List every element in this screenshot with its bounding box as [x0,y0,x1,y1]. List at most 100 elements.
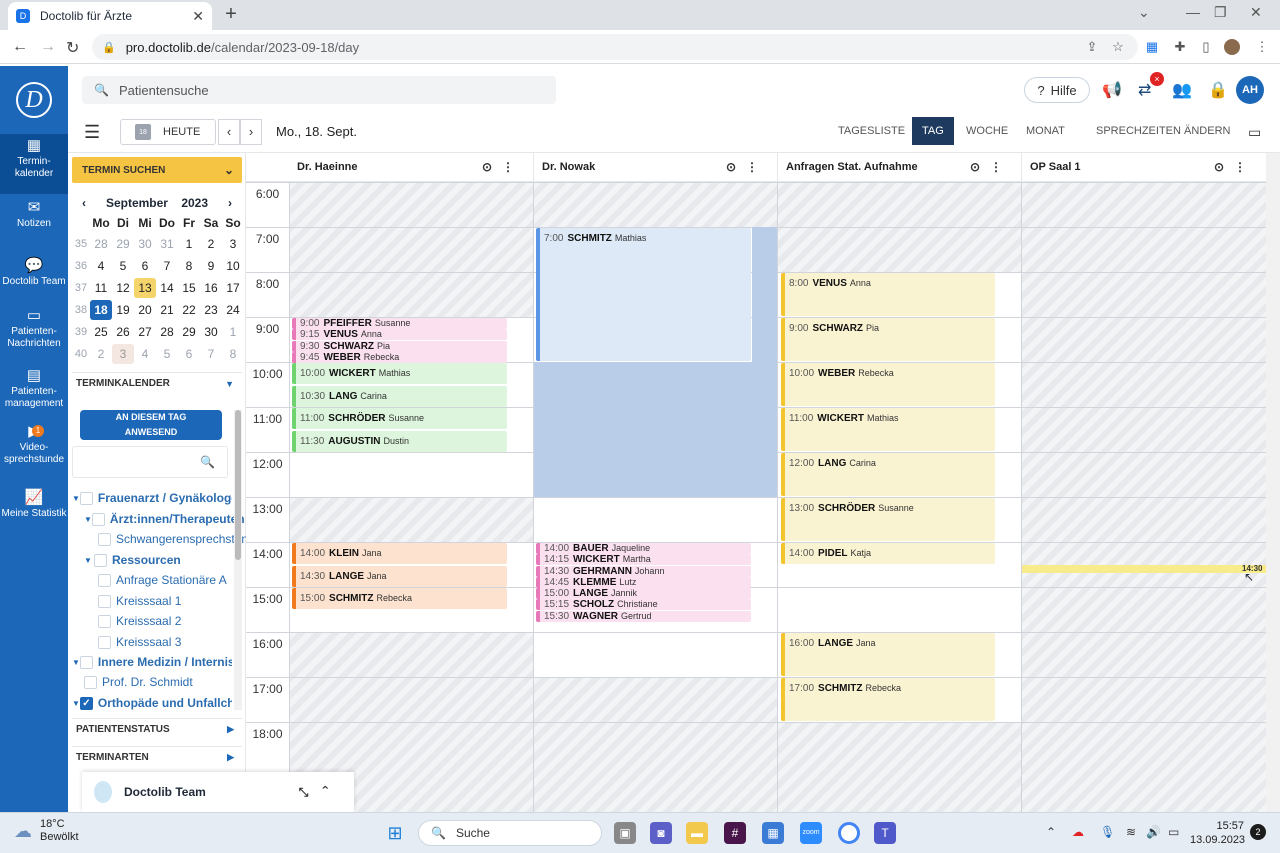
url-field[interactable]: 🔒 pro.doctolib.de/calendar/2023-09-18/da… [92,34,1138,60]
zoom-icon[interactable]: zoom [800,822,822,844]
section-patientenstatus[interactable]: PATIENTENSTATUS ▶ [72,718,242,740]
monitor-icon[interactable]: ▭ [1248,124,1261,141]
calendar-day[interactable]: 6 [178,344,200,364]
sidebar-item-notizen[interactable]: ✉ Notizen [0,200,68,242]
tree-item-innere-medizin[interactable]: ▼ Innere Medizin / Internist [72,652,232,672]
calendar-day[interactable]: 1 [178,234,200,254]
share-icon[interactable]: ⇪ [1084,39,1100,55]
calendar-day[interactable]: 30 [134,234,156,254]
slack-icon[interactable]: # [724,822,746,844]
appointment[interactable]: 14:45 KLEMME Lutz [536,576,751,588]
calendar-day[interactable]: 4 [134,344,156,364]
sidebar-item-doctolib-team[interactable]: 💬 Doctolib Team [0,258,68,300]
calendar-day[interactable]: 31 [156,234,178,254]
calendar-day[interactable]: 9 [200,256,222,276]
calendar-day[interactable]: 17 [222,278,244,298]
calendar-day[interactable]: 18 [90,300,112,320]
appointment[interactable]: 11:30 AUGUSTIN Dustin [292,430,507,452]
appointment[interactable]: 11:00 WICKERT Mathias [781,408,995,451]
sidepanel-icon[interactable]: ▯ [1198,39,1214,55]
appointment[interactable]: 10:00 WICKERT Mathias [292,363,507,384]
chrome-icon[interactable] [838,822,860,844]
calendar-day[interactable]: 6 [134,256,156,276]
appointment[interactable]: 15:00 LANGE Jannik [536,588,751,599]
appointment[interactable]: 9:00 SCHWARZ Pia [781,318,995,361]
calendar-day[interactable]: 16 [200,278,222,298]
calendar-day[interactable]: 28 [90,234,112,254]
calendar-day[interactable]: 8 [222,344,244,364]
column-tools[interactable]: ⊙⋮ [970,160,1012,174]
minimize-icon[interactable]: ⌄ [1138,4,1150,21]
view-tagesliste[interactable]: TAGESLISTE [828,117,915,145]
calendar-day[interactable]: 1 [222,322,244,342]
next-month-button[interactable]: › [228,196,232,210]
team-icon[interactable]: 👥 [1172,80,1192,100]
section-terminarten[interactable]: TERMINARTEN ▶ [72,746,242,768]
transfer-icon[interactable]: ⇄ [1138,80,1151,100]
calendar-day[interactable]: 22 [178,300,200,320]
close-window-icon[interactable]: ✕ [1250,4,1262,21]
calendar-day[interactable]: 24 [222,300,244,320]
calendar-day[interactable]: 3 [112,344,134,364]
sidebar-item-terminkalender[interactable]: ▦ Termin- kalender [0,134,68,194]
appointment[interactable]: 9:45 WEBER Rebecka [292,351,507,363]
battery-icon[interactable]: ▭ [1168,825,1179,839]
calendar-day[interactable]: 23 [200,300,222,320]
tree-item-frauenarzt[interactable]: ▼ Frauenarzt / Gynäkologe [72,488,232,508]
appointment[interactable]: 14:00 BAUER Jaqueline [536,543,751,554]
appointment[interactable]: 8:00 VENUS Anna [781,273,995,316]
calendar-day[interactable]: 19 [112,300,134,320]
appointment[interactable]: 14:30 LANGE Jana [292,565,507,587]
appointment[interactable]: 9:15 VENUS Anna [292,329,507,341]
sidebar-item-meine-statistik[interactable]: 📈 Meine Statistik [0,490,68,532]
appointment[interactable]: 7:00 SCHMITZ Mathias [536,228,751,361]
calendar-day[interactable]: 12 [112,278,134,298]
appointment[interactable]: 13:00 SCHRÖDER Susanne [781,498,995,541]
wifi-icon[interactable]: ≋ [1126,825,1136,839]
calendar-day[interactable]: 21 [156,300,178,320]
microphone-icon[interactable]: 🎙 [1100,825,1115,839]
extensions-puzzle-icon[interactable]: ✚ [1172,39,1188,55]
forward-icon[interactable]: → [40,38,56,56]
taskbar-clock[interactable]: 15:57 13.09.2023 [1190,819,1245,847]
section-terminkalender[interactable]: TERMINKALENDER ▼ [72,372,242,394]
calendar-day[interactable]: 8 [178,256,200,276]
browser-tab[interactable]: D Doctolib für Ärzte ✕ [8,2,212,30]
appointment[interactable]: 9:00 PFEIFFER Susanne [292,318,507,329]
file-explorer-icon[interactable]: ▬ [686,822,708,844]
calendar-day[interactable]: 14 [156,278,178,298]
tree-item-orthopaede[interactable]: ▼✓Orthopäde und Unfallchirurg [72,693,232,713]
appointment[interactable]: 17:00 SCHMITZ Rebecka [781,678,995,721]
appointment[interactable]: 12:00 LANG Carina [781,453,995,496]
appointment[interactable]: 14:00 PIDEL Katja [781,543,995,564]
view-tag[interactable]: TAG [912,117,954,145]
calendar-day[interactable]: 20 [134,300,156,320]
back-icon[interactable]: ← [12,38,28,56]
taskbar-search[interactable]: 🔍 Suche [418,820,602,846]
help-button[interactable]: ? Hilfe [1024,77,1090,103]
termin-suchen-button[interactable]: TERMIN SUCHEN ⌄ [72,157,242,183]
appointment[interactable]: 15:30 WAGNER Gertrud [536,610,751,622]
team-chat-widget[interactable]: Doctolib Team ⤡⌃ [82,772,354,812]
reload-icon[interactable]: ↻ [66,38,79,58]
teams-icon[interactable]: T [874,822,896,844]
appointment[interactable]: 10:30 LANG Carina [292,385,507,407]
view-woche[interactable]: WOCHE [956,117,1018,145]
close-tab-icon[interactable]: ✕ [192,8,204,25]
tray-overflow-icon[interactable]: ⌃ [1046,825,1056,839]
prev-month-button[interactable]: ‹ [82,196,86,210]
windows-start-icon[interactable]: ⊞ [384,822,406,844]
sidebar-item-patientenmanagement[interactable]: ▤ Patienten- management [0,368,68,420]
column-tools[interactable]: ⊙⋮ [1214,160,1256,174]
bookmark-star-icon[interactable]: ☆ [1110,39,1126,55]
volume-icon[interactable]: 🔊 [1146,825,1161,839]
store-icon[interactable]: ▦ [762,822,784,844]
sprechzeiten-aendern-button[interactable]: SPRECHZEITEN ÄNDERN [1086,117,1240,145]
calendar-day[interactable]: 5 [156,344,178,364]
calendar-day[interactable]: 5 [112,256,134,276]
new-tab-button[interactable]: + [220,4,242,26]
profile-avatar-icon[interactable] [1224,39,1240,55]
view-monat[interactable]: MONAT [1016,117,1075,145]
calendar-filter-input[interactable]: 🔍 [72,446,228,478]
task-view-icon[interactable]: ▣ [614,822,636,844]
